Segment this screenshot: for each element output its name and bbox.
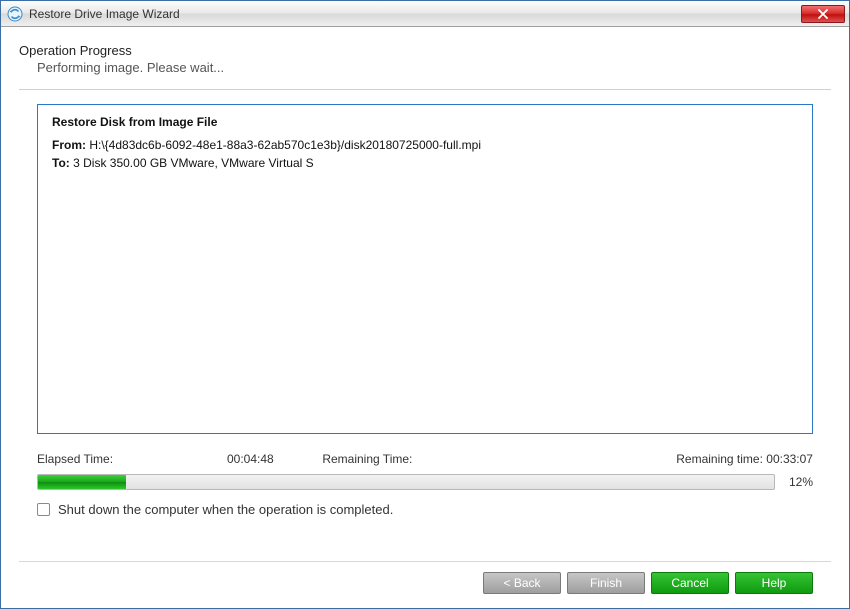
details-title: Restore Disk from Image File	[52, 115, 798, 129]
to-value: 3 Disk 350.00 GB VMware, VMware Virtual …	[73, 156, 314, 170]
finish-button[interactable]: Finish	[567, 572, 645, 594]
remaining-time-label: Remaining Time:	[322, 452, 412, 466]
from-value: H:\{4d83dc6b-6092-48e1-88a3-62ab570c1e3b…	[89, 138, 481, 152]
time-row: Elapsed Time: 00:04:48 Remaining Time: R…	[19, 434, 831, 474]
from-line: From: H:\{4d83dc6b-6092-48e1-88a3-62ab57…	[52, 137, 798, 153]
shutdown-row: Shut down the computer when the operatio…	[19, 490, 831, 521]
title-bar: Restore Drive Image Wizard	[1, 1, 849, 27]
back-button[interactable]: < Back	[483, 572, 561, 594]
progress-row: 12%	[19, 474, 831, 490]
operation-title: Operation Progress	[19, 43, 831, 58]
to-line: To: 3 Disk 350.00 GB VMware, VMware Virt…	[52, 155, 798, 171]
progress-fill	[38, 475, 126, 489]
elapsed-time-label: Elapsed Time:	[37, 452, 227, 466]
from-label: From:	[52, 138, 86, 152]
progress-percent: 12%	[783, 475, 813, 489]
shutdown-checkbox[interactable]	[37, 503, 50, 516]
window-title: Restore Drive Image Wizard	[29, 7, 801, 21]
to-label: To:	[52, 156, 70, 170]
operation-subtitle: Performing image. Please wait...	[19, 60, 831, 75]
operation-header: Operation Progress Performing image. Ple…	[19, 37, 831, 85]
shutdown-label[interactable]: Shut down the computer when the operatio…	[58, 502, 393, 517]
app-icon	[7, 6, 23, 22]
button-footer: < Back Finish Cancel Help	[19, 561, 831, 608]
remaining-time-value: Remaining time: 00:33:07	[676, 452, 813, 466]
operation-details-box: Restore Disk from Image File From: H:\{4…	[37, 104, 813, 434]
close-icon	[817, 9, 829, 19]
divider	[19, 89, 831, 90]
cancel-button[interactable]: Cancel	[651, 572, 729, 594]
close-button[interactable]	[801, 5, 845, 23]
progress-bar	[37, 474, 775, 490]
help-button[interactable]: Help	[735, 572, 813, 594]
elapsed-time-value: 00:04:48	[227, 452, 274, 466]
